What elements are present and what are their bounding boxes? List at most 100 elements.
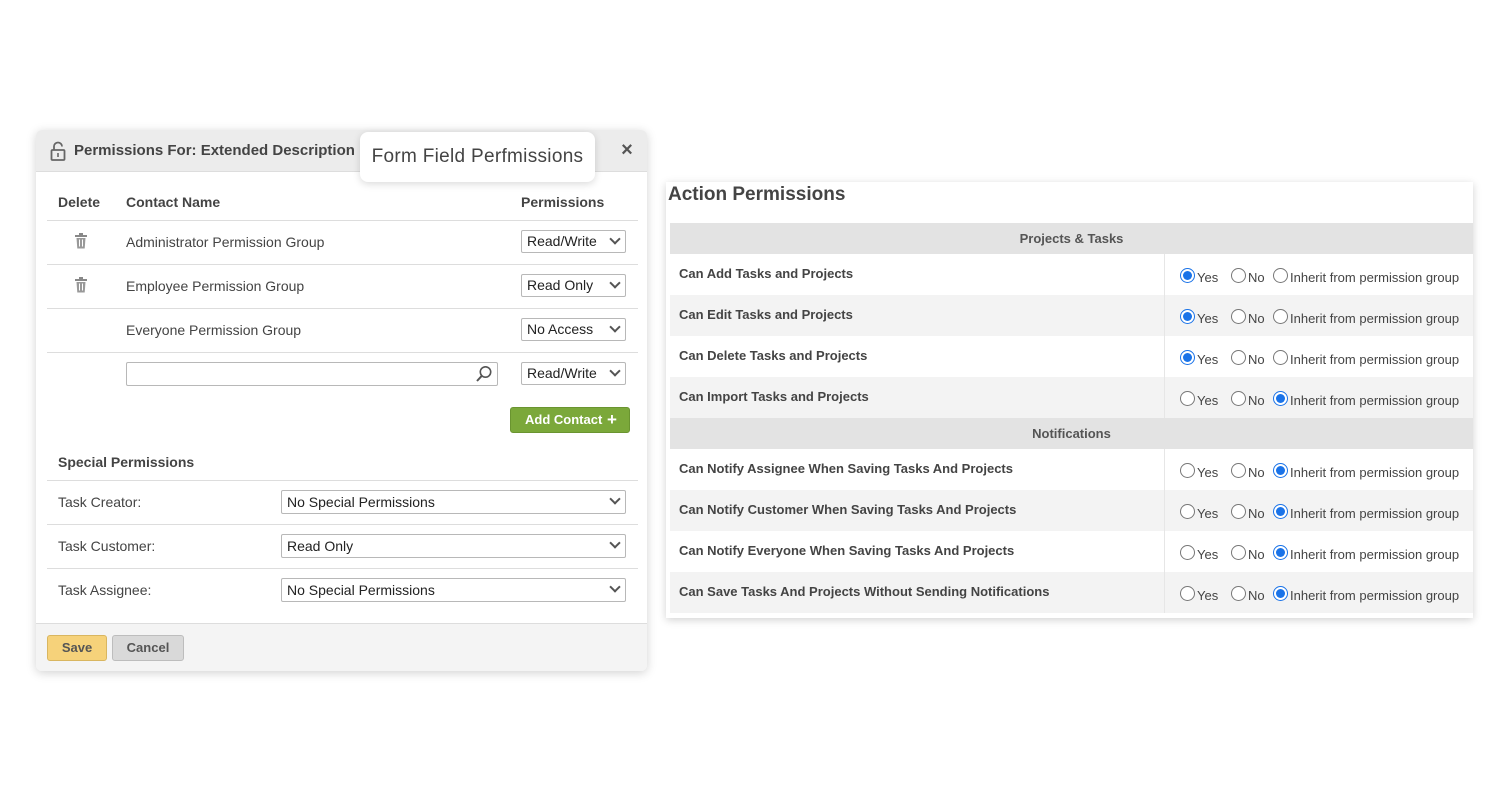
inherit-radio[interactable] xyxy=(1273,309,1288,324)
permission-label: Can Notify Customer When Saving Tasks An… xyxy=(679,502,1017,517)
contact-search-input[interactable] xyxy=(126,362,498,386)
no-radio[interactable] xyxy=(1231,268,1246,283)
no-radio[interactable] xyxy=(1231,463,1246,478)
yes-radio-label[interactable]: Yes xyxy=(1197,588,1218,603)
inherit-radio-label[interactable]: Inherit from permission group xyxy=(1290,311,1459,326)
chevron-down-icon xyxy=(609,277,621,289)
permission-label: Can Notify Assignee When Saving Tasks An… xyxy=(679,461,1013,476)
permission-label: Can Notify Everyone When Saving Tasks An… xyxy=(679,543,1015,558)
trash-icon[interactable] xyxy=(74,233,88,249)
inherit-radio[interactable] xyxy=(1273,391,1288,406)
chevron-down-icon xyxy=(609,365,621,377)
no-radio[interactable] xyxy=(1231,504,1246,519)
yes-radio[interactable] xyxy=(1180,350,1195,365)
inherit-radio-label[interactable]: Inherit from permission group xyxy=(1290,465,1459,480)
inherit-radio[interactable] xyxy=(1273,504,1288,519)
inherit-radio[interactable] xyxy=(1273,545,1288,560)
save-button[interactable]: Save xyxy=(47,635,107,661)
dialog-title: Permissions For: Extended Description xyxy=(74,142,355,159)
permission-select[interactable]: Read Only xyxy=(521,274,626,297)
permission-row: Can Add Tasks and Projects Yes No Inherit f… xyxy=(670,254,1473,295)
no-radio-label[interactable]: No xyxy=(1248,588,1265,603)
no-radio-label[interactable]: No xyxy=(1248,465,1265,480)
no-radio[interactable] xyxy=(1231,309,1246,324)
permission-row: Can Edit Tasks and Projects Yes No Inherit … xyxy=(670,295,1473,336)
section-header: Projects & Tasks xyxy=(670,223,1473,254)
yes-radio[interactable] xyxy=(1180,586,1195,601)
panel-title: Action Permissions xyxy=(668,184,846,205)
permission-select[interactable]: No Access xyxy=(521,318,626,341)
no-radio-label[interactable]: No xyxy=(1248,547,1265,562)
no-radio-label[interactable]: No xyxy=(1248,270,1265,285)
inherit-radio-label[interactable]: Inherit from permission group xyxy=(1290,393,1459,408)
special-permissions-heading: Special Permissions xyxy=(58,454,195,470)
column-divider xyxy=(1164,254,1165,295)
inherit-radio[interactable] xyxy=(1273,463,1288,478)
permission-label: Can Add Tasks and Projects xyxy=(679,266,854,281)
task-assignee-label: Task Assignee: xyxy=(58,582,152,598)
no-radio-label[interactable]: No xyxy=(1248,393,1265,408)
column-divider xyxy=(1164,377,1165,418)
permission-label: Can Save Tasks And Projects Without Send… xyxy=(679,584,1050,599)
new-contact-permission-select[interactable]: Read/Write xyxy=(521,362,626,385)
task-creator-select[interactable]: No Special Permissions xyxy=(281,490,626,514)
inherit-radio-label[interactable]: Inherit from permission group xyxy=(1290,270,1459,285)
select-value: No Special Permissions xyxy=(287,494,435,510)
no-radio[interactable] xyxy=(1231,350,1246,365)
yes-radio[interactable] xyxy=(1180,504,1195,519)
divider xyxy=(47,568,638,569)
section-header: Notifications xyxy=(670,418,1473,449)
yes-radio-label[interactable]: Yes xyxy=(1197,270,1218,285)
trash-icon[interactable] xyxy=(74,277,88,293)
permission-label: Can Import Tasks and Projects xyxy=(679,389,869,404)
inherit-radio[interactable] xyxy=(1273,586,1288,601)
yes-radio-label[interactable]: Yes xyxy=(1197,393,1218,408)
no-radio-label[interactable]: No xyxy=(1248,311,1265,326)
column-divider xyxy=(1164,295,1165,336)
inherit-radio[interactable] xyxy=(1273,350,1288,365)
search-icon[interactable] xyxy=(475,365,493,383)
yes-radio[interactable] xyxy=(1180,309,1195,324)
no-radio-label[interactable]: No xyxy=(1248,352,1265,367)
inherit-radio-label[interactable]: Inherit from permission group xyxy=(1290,506,1459,521)
no-radio[interactable] xyxy=(1231,586,1246,601)
inherit-radio-label[interactable]: Inherit from permission group xyxy=(1290,352,1459,367)
permission-row: Can Save Tasks And Projects Without Send… xyxy=(670,572,1473,613)
yes-radio-label[interactable]: Yes xyxy=(1197,311,1218,326)
contact-name: Everyone Permission Group xyxy=(126,322,302,338)
yes-radio-label[interactable]: Yes xyxy=(1197,506,1218,521)
permission-row: Can Notify Customer When Saving Tasks An… xyxy=(670,490,1473,531)
close-button[interactable]: × xyxy=(617,139,637,161)
no-radio[interactable] xyxy=(1231,391,1246,406)
plus-icon: + xyxy=(607,410,617,429)
yes-radio[interactable] xyxy=(1180,268,1195,283)
inherit-radio-label[interactable]: Inherit from permission group xyxy=(1290,588,1459,603)
yes-radio-label[interactable]: Yes xyxy=(1197,465,1218,480)
inherit-radio-label[interactable]: Inherit from permission group xyxy=(1290,547,1459,562)
action-permissions-panel: Action Permissions Projects & Tasks Can A… xyxy=(666,182,1473,618)
no-radio[interactable] xyxy=(1231,545,1246,560)
add-contact-button[interactable]: Add Contact + xyxy=(510,407,630,433)
yes-radio-label[interactable]: Yes xyxy=(1197,352,1218,367)
column-header-permissions: Permissions xyxy=(521,194,605,210)
inherit-radio[interactable] xyxy=(1273,268,1288,283)
yes-radio[interactable] xyxy=(1180,545,1195,560)
permission-select-value: No Access xyxy=(527,321,594,337)
divider xyxy=(47,480,638,481)
permission-select[interactable]: Read/Write xyxy=(521,230,626,253)
permission-label: Can Edit Tasks and Projects xyxy=(679,307,853,322)
chevron-down-icon xyxy=(609,581,621,593)
task-customer-select[interactable]: Read Only xyxy=(281,534,626,558)
cancel-button[interactable]: Cancel xyxy=(112,635,184,661)
task-assignee-select[interactable]: No Special Permissions xyxy=(281,578,626,602)
no-radio-label[interactable]: No xyxy=(1248,506,1265,521)
permission-select-value: Read Only xyxy=(527,277,594,293)
column-divider xyxy=(1164,449,1165,490)
yes-radio[interactable] xyxy=(1180,463,1195,478)
yes-radio-label[interactable]: Yes xyxy=(1197,547,1218,562)
yes-radio[interactable] xyxy=(1180,391,1195,406)
chevron-down-icon xyxy=(609,233,621,245)
select-value: No Special Permissions xyxy=(287,582,435,598)
column-divider xyxy=(1164,531,1165,572)
divider xyxy=(47,264,638,265)
